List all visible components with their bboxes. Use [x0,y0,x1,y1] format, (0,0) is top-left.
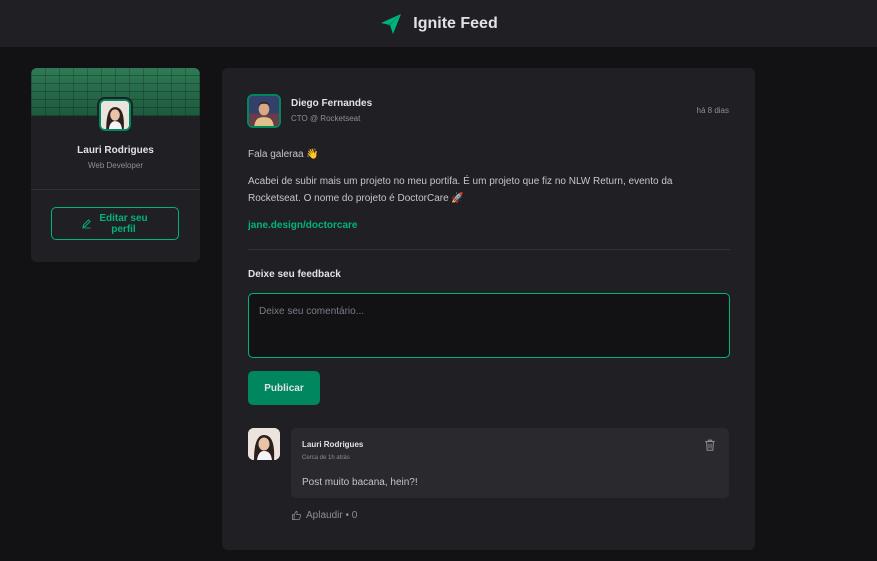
thumbs-up-icon [291,510,302,521]
post-content: Fala galeraa 👋 Acabei de subir mais um p… [248,146,718,244]
edit-profile-button[interactable]: Editar seu perfil [51,207,179,240]
post-paragraph: Fala galeraa 👋 [248,149,319,160]
profile-sidebar: Lauri Rodrigues Web Developer Editar seu… [31,68,200,262]
author-role: CTO @ Rocketseat [291,114,361,123]
app-title: Ignite Feed [413,14,498,32]
comment-text: Post muito bacana, hein?! [302,477,418,488]
app-header: Ignite Feed [0,0,877,47]
comment-input[interactable] [248,293,730,358]
divider [248,249,730,250]
avatar-image [101,101,129,129]
avatar [97,97,133,133]
comment-author: Lauri Rodrigues [302,440,364,449]
post-link[interactable]: jane.design/doctorcare [248,220,357,231]
applaud-label: Aplaudir • 0 [306,510,358,521]
profile-name: Lauri Rodrigues [77,145,154,156]
comment-avatar-image [248,428,280,460]
edit-profile-label: Editar seu perfil [99,212,148,235]
profile-role: Web Developer [88,161,143,170]
feedback-label: Deixe seu feedback [248,269,341,280]
divider [31,189,200,190]
author-name: Diego Fernandes [291,98,373,109]
author-avatar-image [249,96,279,126]
post-time: há 8 dias [696,106,729,115]
comment-avatar[interactable] [248,428,280,460]
pencil-icon [81,219,91,229]
post-paragraph: Acabei de subir mais um projeto no meu p… [248,176,673,204]
paper-plane-icon [381,13,402,34]
author-avatar[interactable] [247,94,281,128]
trash-icon[interactable] [703,438,717,452]
publish-button[interactable]: Publicar [248,371,320,405]
comment-time: Cerca de 1h atrás [302,455,350,461]
applaud-button[interactable]: Aplaudir • 0 [291,510,357,521]
post-card: Diego Fernandes CTO @ Rocketseat há 8 di… [222,68,755,550]
comment-card: Lauri Rodrigues Cerca de 1h atrás Post m… [291,428,729,498]
